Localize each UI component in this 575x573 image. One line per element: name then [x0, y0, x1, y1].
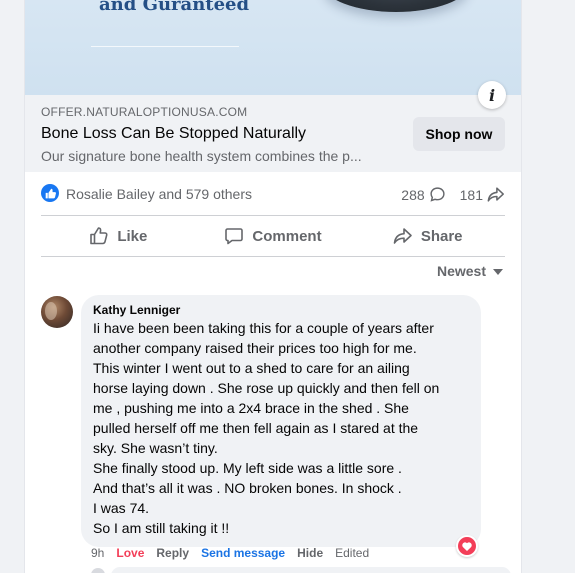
commenter-name[interactable]: Kathy Lenniger: [93, 302, 469, 318]
reactions-bar: Rosalie Bailey and 579 others 288 181: [41, 183, 505, 205]
comment-text-line: She finally stood up. My left side was a…: [93, 460, 402, 476]
ad-image[interactable]: and Guranteed: [25, 0, 521, 95]
ad-image-divider: [91, 46, 239, 47]
like-icon: [89, 226, 109, 246]
share-icon: [487, 186, 505, 203]
comment-actions: 9h Love Reply Send message Hide Edited: [91, 546, 369, 560]
like-button[interactable]: Like: [41, 219, 196, 253]
next-comment-avatar: [91, 568, 105, 573]
link-preview[interactable]: OFFER.NATURALOPTIONUSA.COM Bone Loss Can…: [25, 95, 521, 172]
avatar-photo-highlight: [45, 302, 57, 320]
send-message-button[interactable]: Send message: [201, 546, 285, 560]
comment-text-line: another company raised their prices too …: [93, 340, 417, 356]
like-label: Like: [117, 227, 148, 245]
comment-text-line: This winter I went out to a shed to care…: [93, 360, 410, 376]
love-reaction-button[interactable]: Love: [116, 546, 144, 560]
avatar[interactable]: [41, 296, 73, 328]
comment-button[interactable]: Comment: [196, 219, 351, 253]
shop-now-button[interactable]: Shop now: [413, 117, 505, 151]
comment-label: Comment: [252, 227, 322, 245]
info-icon[interactable]: i: [478, 81, 506, 109]
divider-bottom: [41, 256, 505, 257]
like-reaction-icon: [41, 184, 59, 202]
ad-post-card: and Guranteed i OFFER.NATURALOPTIONUSA.C…: [24, 0, 522, 573]
edited-label: Edited: [335, 546, 370, 560]
share-icon: [393, 227, 413, 245]
reactions-summary[interactable]: Rosalie Bailey and 579 others: [66, 186, 252, 202]
link-title[interactable]: Bone Loss Can Be Stopped Naturally: [41, 125, 306, 143]
comment-timestamp[interactable]: 9h: [91, 546, 104, 560]
comment-text-line: sky. She wasn’t tiny.: [93, 440, 218, 456]
link-domain: OFFER.NATURALOPTIONUSA.COM: [41, 105, 248, 119]
product-device-image: [323, 0, 469, 12]
comment-text-line: me , pushing me into a 2x4 brace in the …: [93, 400, 409, 416]
comment-text-line: So I am still taking it !!: [93, 520, 230, 536]
chevron-down-icon: [492, 263, 504, 279]
comment-text-line: horse laying down . She rose up quickly …: [93, 380, 440, 396]
sort-label: Newest: [436, 263, 486, 279]
share-button[interactable]: Share: [350, 219, 505, 253]
post-actions: Like Comment Share: [41, 219, 505, 253]
reply-button[interactable]: Reply: [156, 546, 189, 560]
divider-top: [41, 215, 505, 216]
comment-bubble: Kathy Lenniger Ii have been been taking …: [81, 295, 481, 547]
comment-text-line: Ii have been been taking this for a coup…: [93, 320, 434, 336]
comment-text-line: pulled herself off me then fell again as…: [93, 420, 419, 436]
shares-count[interactable]: 181: [460, 187, 483, 203]
link-description: Our signature bone health system combine…: [41, 148, 362, 164]
share-label: Share: [420, 227, 463, 245]
comment-text-line: And that’s all it was . NO broken bones.…: [93, 480, 402, 496]
comment-icon: [429, 186, 446, 203]
engagement-counts: 288 181: [401, 186, 505, 203]
ad-image-headline: and Guranteed: [99, 0, 250, 15]
comment-sort-dropdown[interactable]: Newest: [437, 263, 504, 279]
next-comment-bubble: [111, 567, 511, 573]
hide-button[interactable]: Hide: [297, 546, 323, 560]
heart-icon[interactable]: [456, 535, 478, 557]
comment-text-line: I was 74.: [93, 500, 150, 516]
comment-icon: [224, 226, 244, 246]
comments-count[interactable]: 288: [401, 187, 424, 203]
